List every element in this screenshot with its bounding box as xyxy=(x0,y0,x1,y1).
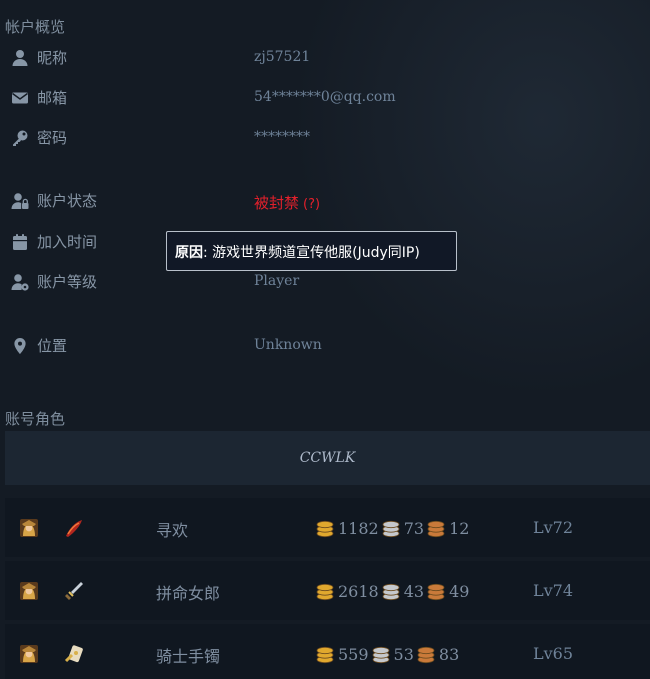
copper-amount: 49 xyxy=(449,581,470,601)
account-overview-title: 帐户概览 xyxy=(5,18,66,36)
warrior-class-icon xyxy=(63,580,85,602)
password-value: ******** xyxy=(254,129,310,145)
nickname-label: 昵称 xyxy=(37,49,68,67)
rogue-class-icon xyxy=(63,517,85,539)
silver-coin-icon xyxy=(381,518,401,538)
account-status-value: 被封禁 (?) xyxy=(254,192,320,213)
email-row: 邮箱 54*******0@qq.com xyxy=(0,83,650,113)
characters-title: 账号角色 xyxy=(5,410,66,428)
character-name[interactable]: 寻欢 xyxy=(156,517,188,541)
gold-coin-icon xyxy=(315,518,335,538)
account-status-row: 账户状态 被封禁 (?) xyxy=(0,186,650,216)
realm-header: CCWLK xyxy=(5,431,650,485)
map-marker-icon xyxy=(11,337,29,355)
character-row[interactable]: 骑士手镯 559 53 83 Lv65 xyxy=(5,624,650,679)
gold-coin-icon xyxy=(315,581,335,601)
character-row[interactable]: 寻欢 1182 73 12 Lv72 xyxy=(5,498,650,557)
envelope-icon xyxy=(11,89,29,107)
realm-name: CCWLK xyxy=(299,450,356,466)
character-name[interactable]: 骑士手镯 xyxy=(156,643,220,667)
gold-coin-icon xyxy=(315,644,335,664)
user-cog-icon xyxy=(11,273,29,291)
paladin-class-icon xyxy=(63,643,85,665)
character-name[interactable]: 拼命女郎 xyxy=(156,580,220,604)
character-money: 2618 43 49 xyxy=(315,580,471,602)
account-level-value: Player xyxy=(254,273,300,289)
gold-amount: 1182 xyxy=(338,518,379,538)
silver-amount: 43 xyxy=(403,581,425,601)
character-money: 559 53 83 xyxy=(315,643,461,665)
key-icon xyxy=(11,129,29,147)
silver-amount: 53 xyxy=(393,644,414,664)
password-row: 密码 ******** xyxy=(0,123,650,153)
copper-coin-icon xyxy=(426,581,446,601)
character-row[interactable]: 拼命女郎 2618 43 49 Lv74 xyxy=(5,561,650,620)
human-female-race-icon xyxy=(19,518,39,538)
copper-amount: 83 xyxy=(438,644,460,664)
character-money: 1182 73 12 xyxy=(315,517,471,539)
account-level-label: 账户等级 xyxy=(37,273,98,291)
location-value: Unknown xyxy=(254,337,322,353)
copper-coin-icon xyxy=(426,518,446,538)
user-lock-icon xyxy=(11,192,29,210)
joined-label: 加入时间 xyxy=(37,233,98,251)
character-level: Lv65 xyxy=(533,644,574,663)
email-value: 54*******0@qq.com xyxy=(254,89,396,105)
character-level: Lv72 xyxy=(533,518,574,537)
silver-coin-icon xyxy=(381,581,401,601)
human-female-race-icon xyxy=(19,581,39,601)
email-label: 邮箱 xyxy=(37,89,68,107)
account-status-label: 账户状态 xyxy=(37,192,98,210)
location-row: 位置 Unknown xyxy=(0,331,650,361)
copper-coin-icon xyxy=(416,644,436,664)
status-help-link[interactable]: (?) xyxy=(303,197,320,212)
password-label: 密码 xyxy=(37,129,68,147)
copper-amount: 12 xyxy=(449,518,470,538)
silver-coin-icon xyxy=(371,644,391,664)
nickname-value: zj57521 xyxy=(254,49,311,65)
calendar-icon xyxy=(11,233,29,251)
gold-amount: 559 xyxy=(338,644,369,664)
gold-amount: 2618 xyxy=(338,581,379,601)
nickname-row: 昵称 zj57521 xyxy=(0,43,650,73)
human-female-race-icon xyxy=(19,644,39,664)
tooltip-prefix: 原因 xyxy=(175,245,203,261)
location-label: 位置 xyxy=(37,337,68,355)
account-level-row: 账户等级 Player xyxy=(0,267,650,297)
tooltip-text: : 游戏世界频道宣传他服(Judy同IP) xyxy=(203,245,420,261)
ban-reason-tooltip: 原因: 游戏世界频道宣传他服(Judy同IP) xyxy=(166,231,457,271)
banned-status-text: 被封禁 xyxy=(254,194,300,212)
character-level: Lv74 xyxy=(533,581,574,600)
user-icon xyxy=(11,49,29,67)
silver-amount: 73 xyxy=(403,518,425,538)
